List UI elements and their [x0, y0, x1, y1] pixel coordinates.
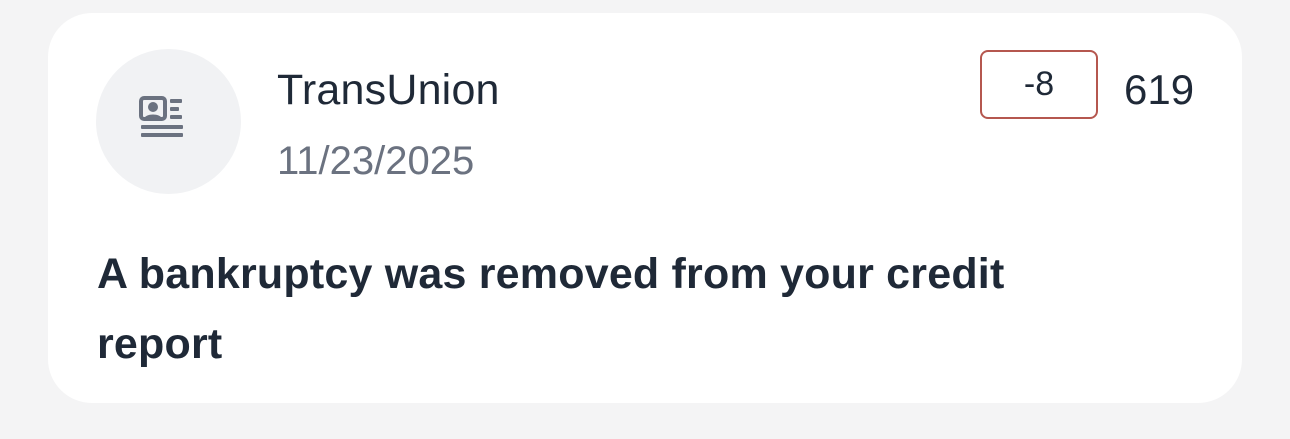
credit-report-icon	[138, 92, 199, 152]
score-change-badge: -8	[980, 50, 1098, 119]
bureau-avatar	[96, 49, 241, 194]
score-change-value: -8	[1023, 65, 1055, 103]
credit-score: 619	[1124, 66, 1195, 113]
alert-message: A bankruptcy was removed from your credi…	[97, 250, 1005, 368]
event-date: 11/23/2025	[277, 139, 475, 183]
bureau-name: TransUnion	[277, 66, 500, 114]
credit-alert-card[interactable]: TransUnion 11/23/2025 -8 619 A bankruptc…	[48, 13, 1242, 403]
